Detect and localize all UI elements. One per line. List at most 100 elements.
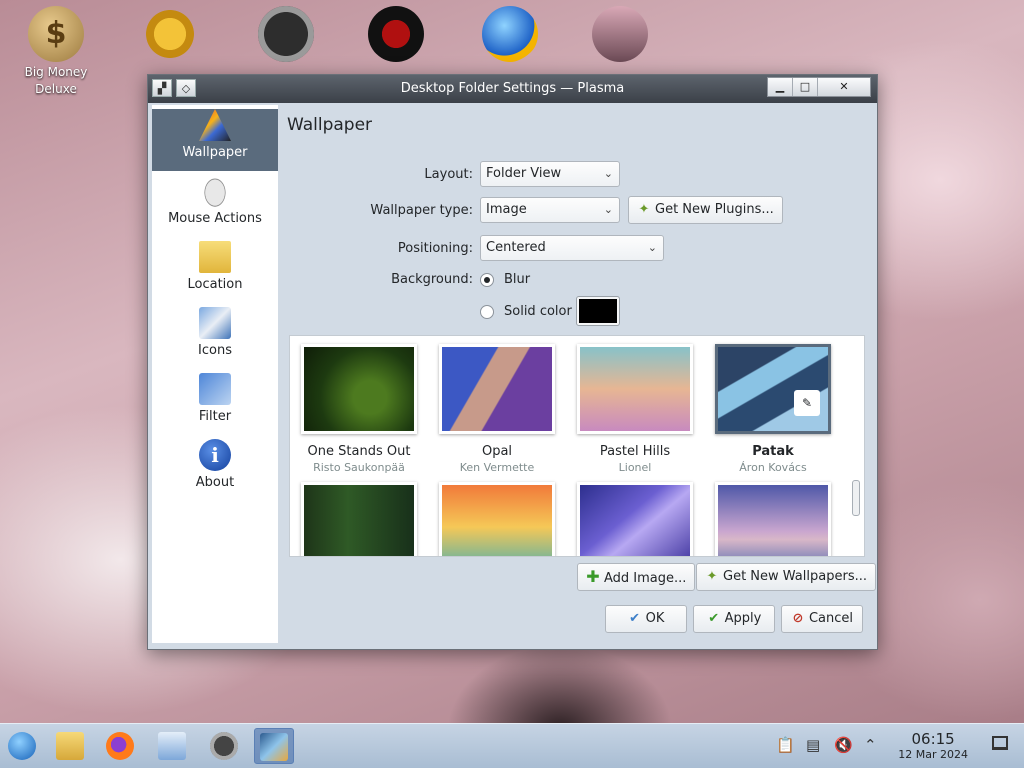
wallpaper-tile[interactable]: One Stands Out Risto Saukonpää: [290, 344, 428, 474]
cancel-label: Cancel: [808, 611, 854, 626]
desktop-icon-globe[interactable]: [470, 6, 550, 64]
sidebar-item-mouse-actions[interactable]: Mouse Actions: [152, 175, 278, 237]
apply-button[interactable]: ✔ Apply: [693, 605, 775, 633]
wallpaper-author: Lionel: [618, 461, 652, 474]
add-image-label: Add Image...: [604, 571, 687, 586]
sidebar-item-filter[interactable]: Filter: [152, 373, 278, 435]
wallpaper-type-value: Image: [486, 202, 527, 217]
download-star-icon: ✦: [638, 202, 650, 217]
wallpaper-name: Patak: [752, 444, 794, 459]
wallpaper-thumbnail: [439, 482, 555, 556]
positioning-combo[interactable]: Centered ⌄: [480, 235, 664, 261]
get-new-wallpapers-label: Get New Wallpapers...: [723, 569, 867, 584]
wallpaper-thumbnail: [577, 482, 693, 556]
sidebar-item-about[interactable]: i About: [152, 439, 278, 501]
get-new-plugins-button[interactable]: ✦ Get New Plugins...: [628, 196, 783, 224]
minimize-button[interactable]: ▁: [768, 78, 793, 96]
wallpaper-tile[interactable]: Opal Ken Vermette: [428, 344, 566, 474]
firefox-icon: [106, 732, 134, 760]
dollar-bag-icon: $: [28, 6, 84, 62]
desktop-icon-red[interactable]: [356, 6, 436, 64]
volume-muted-icon[interactable]: 🔇: [834, 736, 853, 754]
download-star-icon: ✦: [706, 569, 718, 584]
sidebar-item-icons[interactable]: Icons: [152, 307, 278, 369]
settings-main: Wallpaper Layout: Folder View ⌄ Wallpape…: [279, 105, 876, 645]
wallpaper-tile[interactable]: Pastel Hills Lionel: [566, 344, 704, 474]
wallpaper-thumbnail: [301, 482, 417, 556]
red-disc-icon: [368, 6, 424, 62]
desktop-icon-kevin-pc[interactable]: [246, 6, 326, 64]
close-button[interactable]: ✕: [818, 78, 870, 96]
wallpaper-name: One Stands Out: [307, 444, 411, 459]
positioning-value: Centered: [486, 240, 546, 255]
blur-radio[interactable]: [480, 273, 494, 287]
sidebar-item-location[interactable]: Location: [152, 241, 278, 303]
layout-label: Layout:: [424, 167, 473, 182]
show-desktop-icon[interactable]: [992, 736, 1008, 750]
chevron-up-icon[interactable]: ⌃: [864, 736, 877, 754]
taskbar-firefox[interactable]: [100, 728, 140, 764]
wallpaper-tile[interactable]: [428, 482, 566, 556]
filter-icon: [199, 373, 231, 405]
wallpaper-type-combo[interactable]: Image ⌄: [480, 197, 620, 223]
chevron-down-icon: ⌄: [603, 203, 613, 216]
taskbar-system-settings[interactable]: [152, 728, 192, 764]
taskbar: 📋 ▤ 🔇 ⌃ 06:15 12 Mar 2024: [0, 723, 1024, 768]
clock-time: 06:15: [911, 730, 955, 748]
plus-icon: ✚: [586, 567, 600, 586]
positioning-label: Positioning:: [397, 241, 473, 256]
settings-window: ▞ ◇ Desktop Folder Settings — Plasma ▁ □…: [147, 74, 878, 650]
start-button[interactable]: [2, 728, 42, 764]
add-image-button[interactable]: ✚ Add Image...: [577, 563, 696, 591]
taskbar-file-manager[interactable]: [50, 728, 90, 764]
background-label: Background:: [391, 272, 473, 287]
maximize-button[interactable]: □: [793, 78, 818, 96]
get-new-wallpapers-button[interactable]: ✦ Get New Wallpapers...: [696, 563, 876, 591]
sidebar-item-label: Wallpaper: [182, 145, 248, 160]
solid-color-radio[interactable]: [480, 305, 494, 319]
page-title: Wallpaper: [287, 115, 373, 135]
wallpaper-thumbnail: [715, 344, 831, 434]
clock[interactable]: 06:15 12 Mar 2024: [898, 731, 968, 762]
wallpaper-author: Ken Vermette: [459, 461, 535, 474]
wallpaper-thumbnail: [301, 344, 417, 434]
taskbar-desktop-settings[interactable]: [254, 728, 294, 764]
wallpaper-thumbnail: [577, 344, 693, 434]
apply-label: Apply: [724, 611, 762, 626]
sidebar-item-label: Location: [187, 277, 243, 292]
globe-icon: [482, 6, 538, 62]
gallery-scrollbar[interactable]: [852, 480, 860, 516]
wallpaper-type-label: Wallpaper type:: [370, 203, 473, 218]
desktop-settings-icon: [260, 733, 288, 761]
taskbar-gauge-app[interactable]: [204, 728, 244, 764]
wallpaper-tile[interactable]: [566, 482, 704, 556]
solid-color-swatch[interactable]: [576, 296, 620, 326]
color-fill: [579, 299, 617, 323]
solid-color-label: Solid color: [504, 304, 572, 319]
info-icon: i: [199, 439, 231, 471]
wallpaper-name: Pastel Hills: [599, 444, 671, 459]
ok-label: OK: [645, 611, 665, 626]
sidebar-item-wallpaper[interactable]: Wallpaper: [152, 109, 278, 171]
desktop-icon-gear[interactable]: [130, 6, 210, 64]
sidebar-item-label: Mouse Actions: [168, 211, 262, 226]
folder-icon: [199, 241, 231, 273]
cancel-button[interactable]: ⊘ Cancel: [781, 605, 863, 633]
desktop-icon-photo[interactable]: [580, 6, 660, 64]
notes-icon[interactable]: ▤: [806, 736, 820, 754]
clipboard-icon[interactable]: 📋: [776, 736, 795, 754]
open-folder-icon[interactable]: ✎: [794, 390, 820, 416]
wallpaper-tile-selected[interactable]: ✎ Patak Áron Kovács: [704, 344, 842, 474]
layout-combo[interactable]: Folder View ⌄: [480, 161, 620, 187]
icons-icon: [199, 307, 231, 339]
check-icon: ✔: [708, 611, 720, 626]
desktop-icon-big-money[interactable]: $ Big Money Deluxe: [16, 6, 96, 98]
wallpaper-tile[interactable]: [290, 482, 428, 556]
blur-label: Blur: [504, 272, 531, 287]
title-bar[interactable]: ▞ ◇ Desktop Folder Settings — Plasma ▁ □…: [148, 75, 877, 103]
sidebar-item-label: Filter: [198, 409, 232, 424]
desktop-icon-label: Big Money Deluxe: [24, 65, 88, 96]
wallpaper-tile[interactable]: [704, 482, 842, 556]
ok-button[interactable]: ✔ OK: [605, 605, 687, 633]
mouse-icon: [199, 175, 231, 207]
